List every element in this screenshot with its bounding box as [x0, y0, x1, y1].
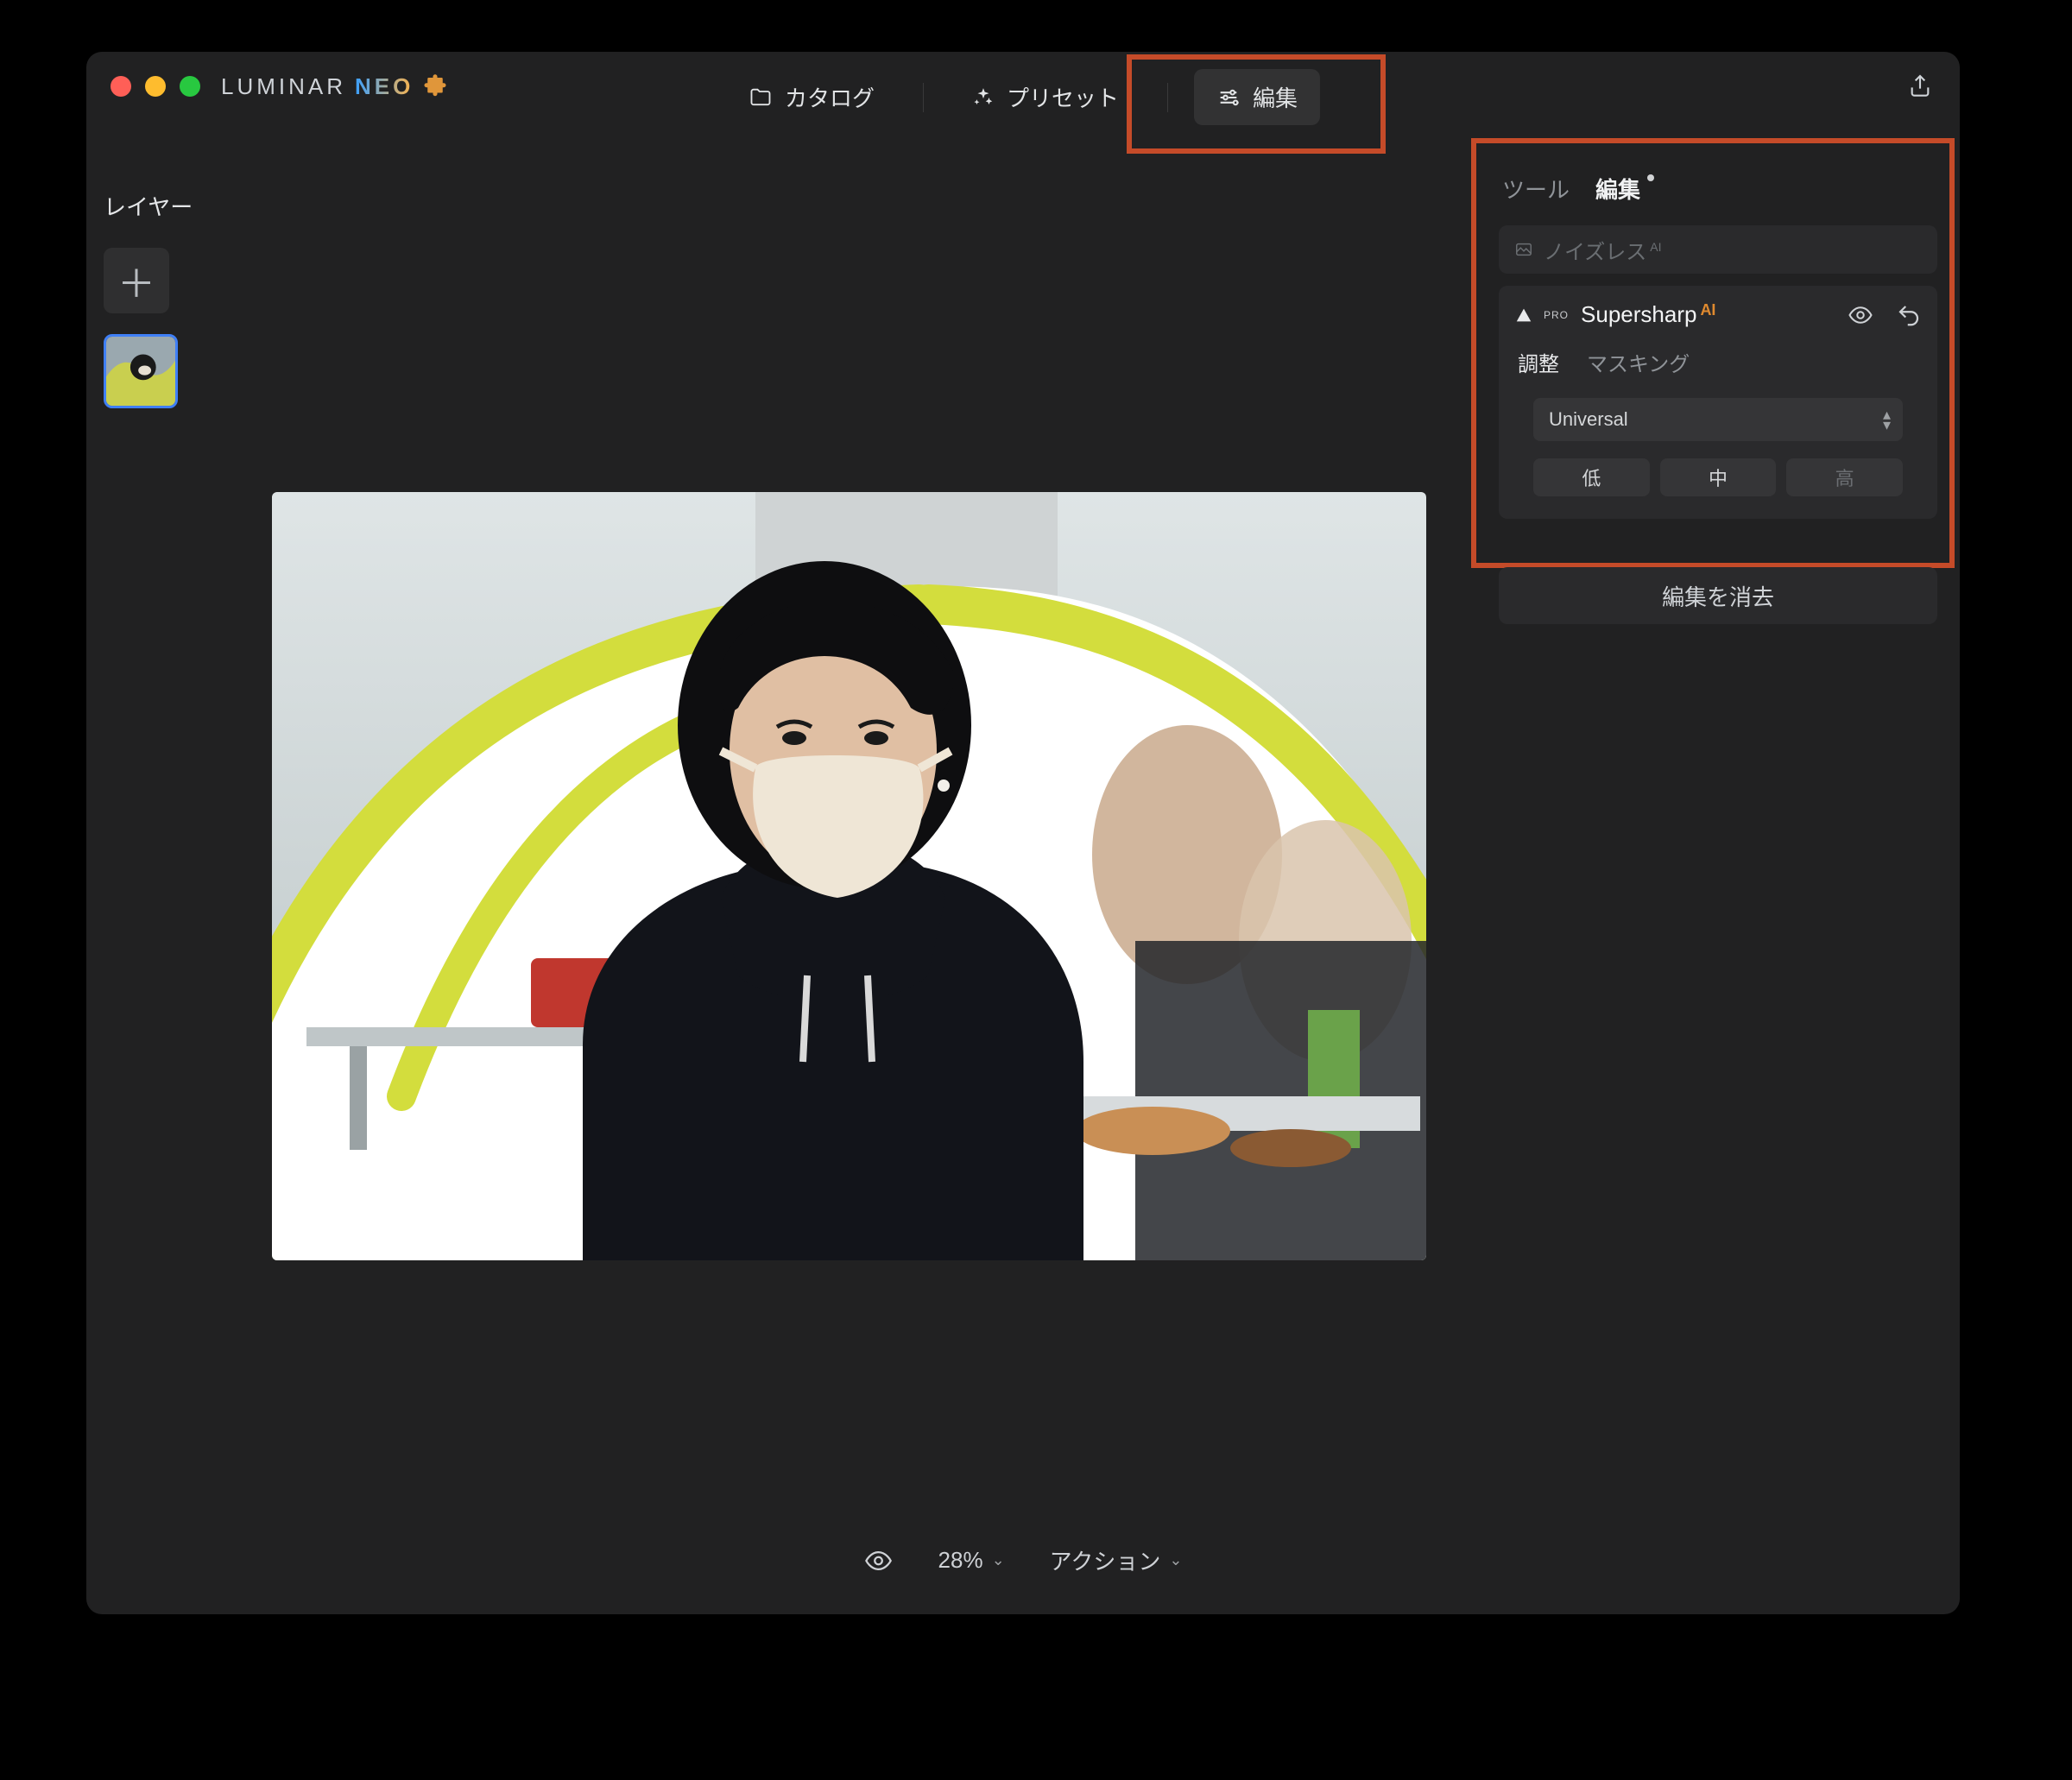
mode-select[interactable]: Universal ▴▾	[1533, 398, 1903, 441]
app-logo: LUMINAR NEO	[221, 73, 448, 100]
app-window: LUMINAR NEO カタログ プリセット 編集 レイヤー ＋	[86, 52, 1960, 1614]
close-window[interactable]	[111, 76, 131, 97]
brand-name: LUMINAR	[221, 73, 346, 100]
nav-edit[interactable]: 編集	[1194, 69, 1320, 125]
supersharp-label: SupersharpAI	[1581, 301, 1715, 328]
noisless-label: ノイズレスAI	[1544, 235, 1662, 265]
layers-panel: レイヤー ＋	[104, 190, 207, 408]
bottom-toolbar: 28% ⌄ アクション ⌄	[864, 1544, 1183, 1576]
strength-mid[interactable]: 中	[1660, 458, 1777, 496]
panel-tabs: ツール 編集	[1499, 164, 1937, 213]
strength-high[interactable]: 高	[1786, 458, 1903, 496]
action-dropdown[interactable]: アクション ⌄	[1050, 1544, 1183, 1576]
tab-tools[interactable]: ツール	[1502, 173, 1570, 205]
tool-noisless[interactable]: ノイズレスAI	[1499, 225, 1937, 274]
pro-badge: PRO	[1544, 309, 1569, 321]
strength-low[interactable]: 低	[1533, 458, 1650, 496]
subtab-masking[interactable]: マスキング	[1587, 347, 1690, 377]
separator	[923, 83, 924, 112]
zoom-dropdown[interactable]: 28% ⌄	[938, 1547, 1005, 1574]
nav-edit-label: 編集	[1253, 81, 1298, 113]
share-icon	[1906, 73, 1934, 100]
chevron-down-icon: ⌄	[1169, 1551, 1182, 1569]
right-panel: ツール 編集 ノイズレスAI PRO SupersharpAI 調整	[1499, 164, 1937, 624]
layer-thumbnail[interactable]	[104, 334, 178, 408]
zoom-value: 28%	[938, 1547, 983, 1574]
strength-segmented: 低 中 高	[1533, 458, 1903, 496]
undo-icon[interactable]	[1896, 302, 1922, 328]
extensions-icon[interactable]	[422, 73, 448, 99]
supersharp-controls: Universal ▴▾ 低 中 高	[1499, 398, 1937, 496]
minimize-window[interactable]	[145, 76, 166, 97]
tab-edits[interactable]: 編集	[1595, 173, 1640, 205]
sliders-icon	[1216, 85, 1241, 110]
chevron-updown-icon: ▴▾	[1883, 409, 1891, 430]
sparkle-icon	[972, 86, 995, 109]
share-button[interactable]	[1906, 73, 1934, 104]
chevron-down-icon: ⌄	[992, 1551, 1005, 1569]
image-canvas[interactable]	[272, 492, 1426, 1260]
visibility-icon[interactable]	[1848, 302, 1873, 328]
supersharp-subtabs: 調整 マスキング	[1499, 338, 1937, 398]
clear-edits-button[interactable]: 編集を消去	[1499, 567, 1937, 624]
tool-supersharp: PRO SupersharpAI 調整 マスキング Universal ▴▾ 低	[1499, 286, 1937, 519]
nav-presets-label: プリセット	[1007, 81, 1119, 113]
image-icon	[1514, 240, 1533, 259]
mode-select-value: Universal	[1549, 408, 1628, 431]
nav-presets[interactable]: プリセット	[950, 69, 1141, 125]
top-nav: カタログ プリセット 編集	[726, 69, 1320, 125]
add-layer-button[interactable]: ＋	[104, 248, 169, 313]
fullscreen-window[interactable]	[180, 76, 200, 97]
brand-sub: NEO	[355, 73, 414, 100]
supersharp-header[interactable]: PRO SupersharpAI	[1499, 286, 1937, 338]
supersharp-icon	[1514, 306, 1533, 325]
window-controls	[111, 76, 200, 97]
subtab-adjust[interactable]: 調整	[1518, 347, 1559, 377]
separator	[1167, 83, 1168, 112]
action-label: アクション	[1050, 1544, 1161, 1576]
nav-catalog[interactable]: カタログ	[726, 69, 897, 125]
layers-title: レイヤー	[104, 190, 207, 222]
preview-icon[interactable]	[864, 1546, 894, 1575]
folder-icon	[749, 85, 773, 110]
nav-catalog-label: カタログ	[785, 81, 875, 113]
